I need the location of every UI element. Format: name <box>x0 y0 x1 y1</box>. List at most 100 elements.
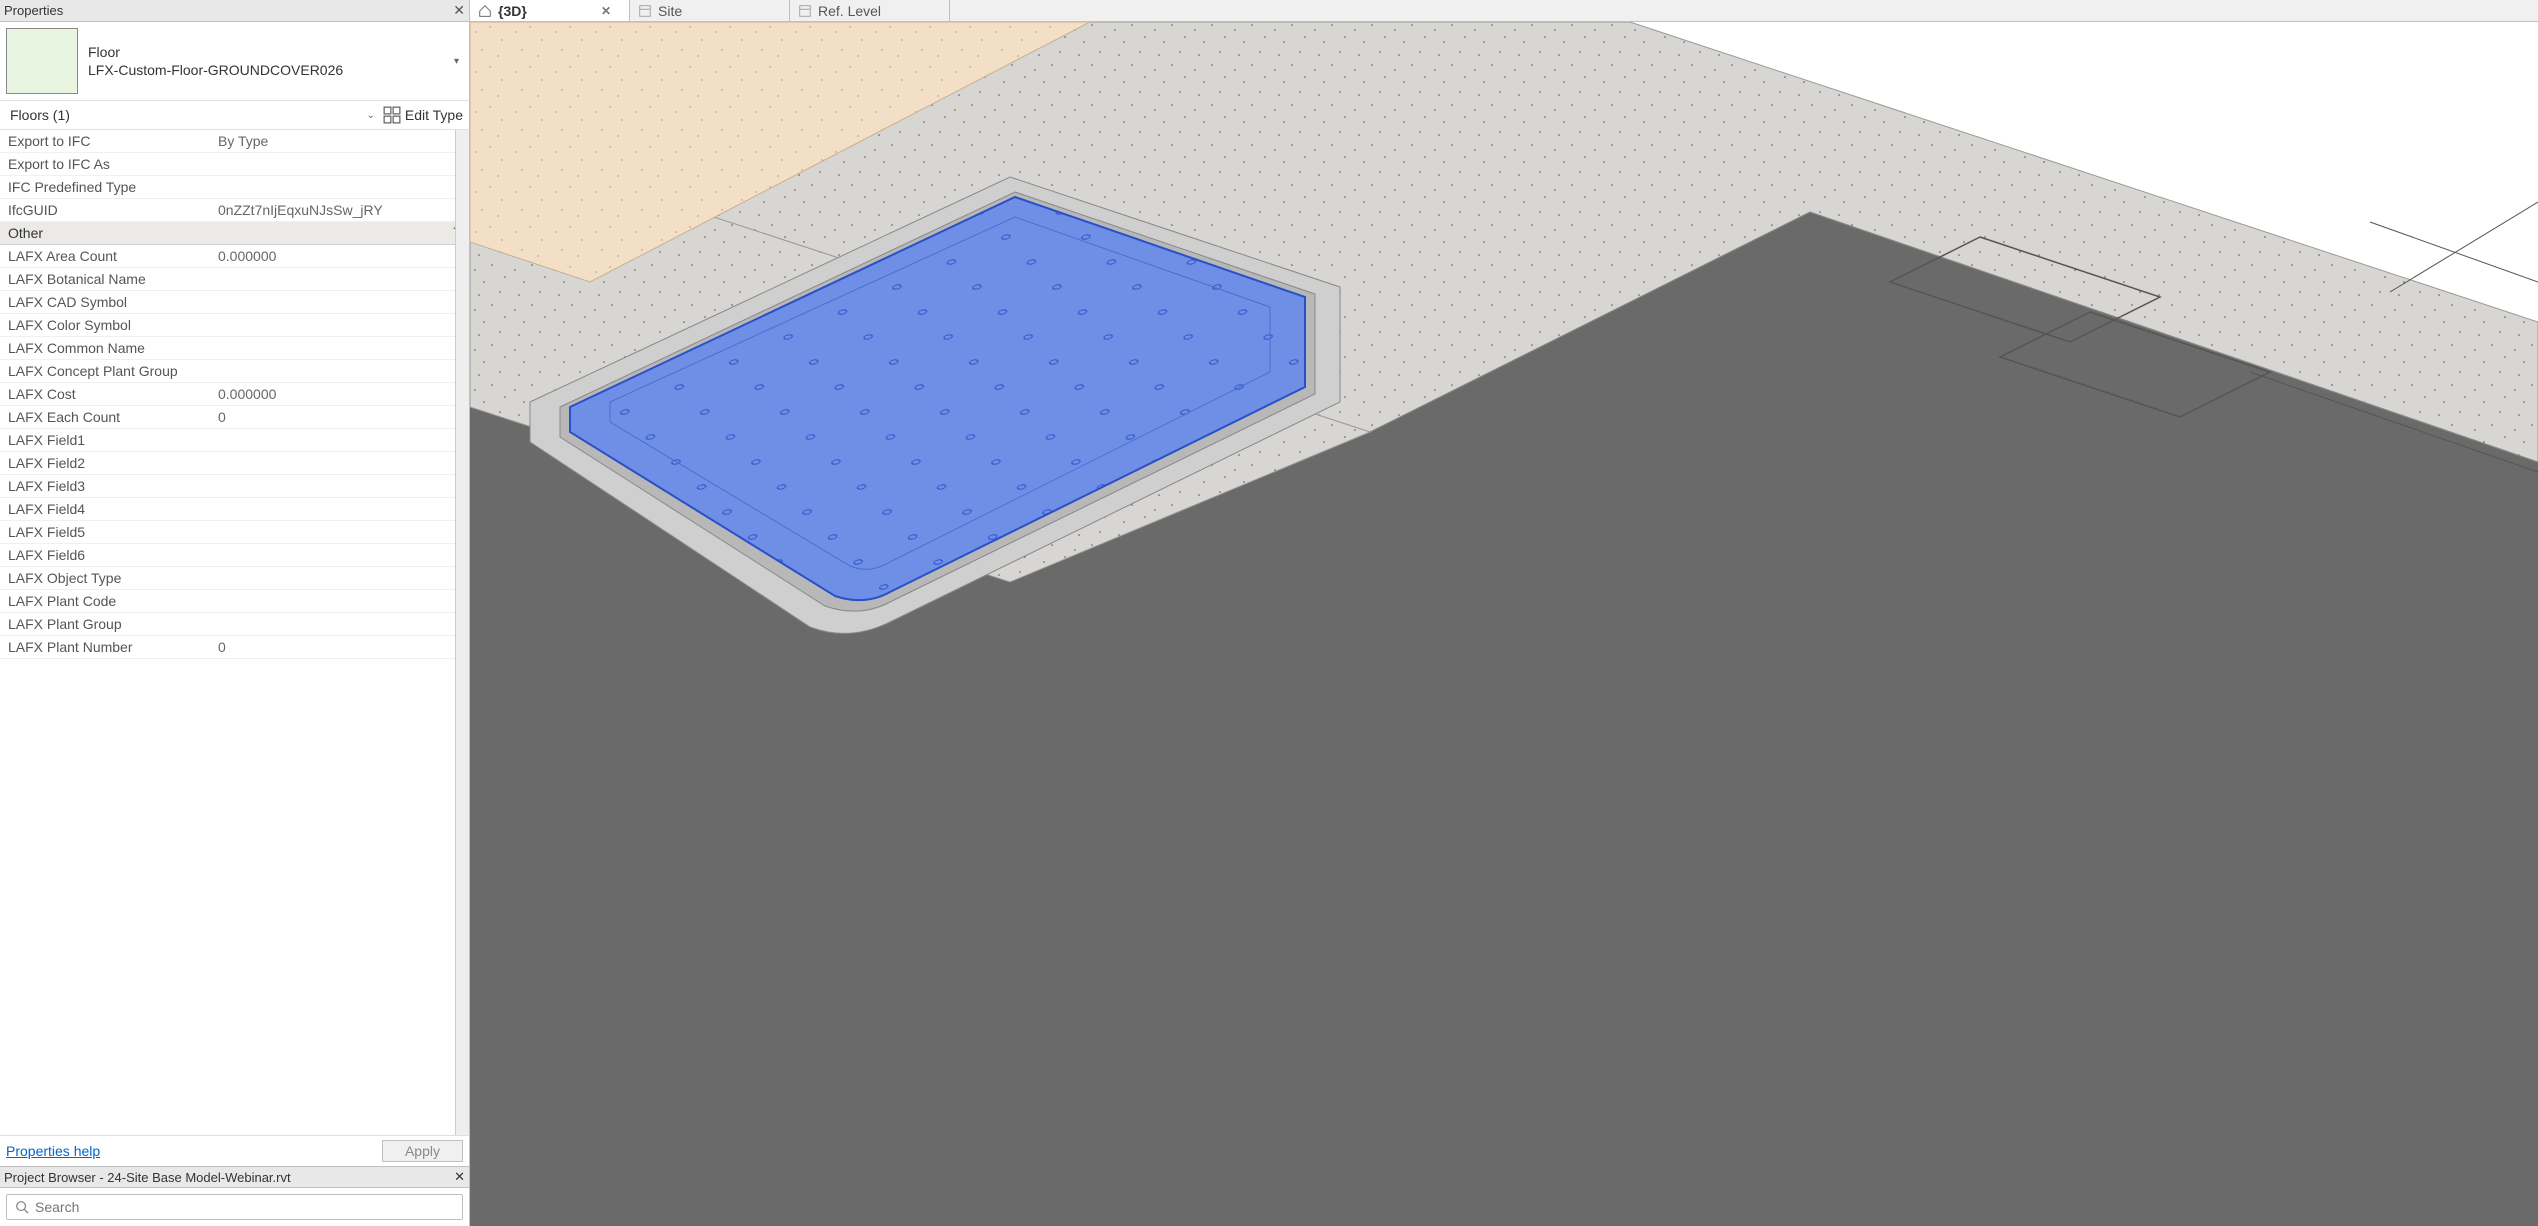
property-label: LAFX CAD Symbol <box>0 291 210 314</box>
property-value[interactable]: 0.000000 <box>210 383 469 406</box>
properties-panel-title: Properties <box>4 3 63 18</box>
property-label: Export to IFC <box>0 130 210 153</box>
property-row[interactable]: LAFX Field4 <box>0 498 469 521</box>
property-row[interactable]: LAFX Concept Plant Group <box>0 360 469 383</box>
property-row[interactable]: LAFX Object Type <box>0 567 469 590</box>
chevron-down-icon[interactable]: ▾ <box>450 56 463 67</box>
project-browser-search-row <box>0 1188 469 1226</box>
property-value[interactable] <box>210 567 469 590</box>
property-row[interactable]: LAFX Area Count0.000000 <box>0 245 469 268</box>
scrollbar[interactable] <box>455 130 469 1135</box>
project-browser-title: Project Browser - 24-Site Base Model-Web… <box>4 1170 291 1185</box>
tab-label: Ref. Level <box>818 3 881 19</box>
instance-filter-label: Floors (1) <box>10 107 70 123</box>
apply-button[interactable]: Apply <box>382 1140 463 1162</box>
property-value[interactable] <box>210 613 469 636</box>
group-label: Other <box>8 225 43 241</box>
property-row[interactable]: LAFX Botanical Name <box>0 268 469 291</box>
property-value[interactable] <box>210 590 469 613</box>
properties-panel-header: Properties ✕ <box>0 0 469 22</box>
main-area: {3D} ✕ Site Ref. Level <box>470 0 2538 1226</box>
tab-label: {3D} <box>498 3 527 19</box>
close-icon[interactable]: ✕ <box>453 2 465 19</box>
property-label: LAFX Field3 <box>0 475 210 498</box>
property-row[interactable]: IFC Predefined Type <box>0 176 469 199</box>
property-row[interactable]: LAFX Field6 <box>0 544 469 567</box>
type-category: Floor <box>88 44 450 60</box>
property-group-header[interactable]: Other⌃ <box>0 222 469 245</box>
type-swatch <box>6 28 78 94</box>
view-tabs: {3D} ✕ Site Ref. Level <box>470 0 2538 22</box>
property-value[interactable]: 0 <box>210 636 469 659</box>
property-value[interactable] <box>210 360 469 383</box>
property-label: Export to IFC As <box>0 153 210 176</box>
property-label: LAFX Object Type <box>0 567 210 590</box>
edit-type-icon <box>383 106 401 124</box>
properties-help-link[interactable]: Properties help <box>6 1143 100 1159</box>
property-row[interactable]: LAFX Field3 <box>0 475 469 498</box>
property-label: LAFX Botanical Name <box>0 268 210 291</box>
property-value[interactable]: 0 <box>210 406 469 429</box>
chevron-down-icon: ⌄ <box>366 110 374 121</box>
property-value[interactable] <box>210 176 469 199</box>
property-row[interactable]: LAFX Each Count0 <box>0 406 469 429</box>
close-icon[interactable]: ✕ <box>454 1169 465 1185</box>
property-value[interactable]: By Type <box>210 130 469 153</box>
instance-filter-combo[interactable]: Floors (1) ⌄ <box>6 105 383 125</box>
property-value[interactable] <box>210 268 469 291</box>
properties-grid[interactable]: Export to IFCBy Type Export to IFC As IF… <box>0 130 469 1135</box>
property-row[interactable]: LAFX Field1 <box>0 429 469 452</box>
3d-scene <box>470 22 2538 1226</box>
property-value[interactable] <box>210 498 469 521</box>
property-value[interactable]: 0.000000 <box>210 245 469 268</box>
property-value[interactable] <box>210 291 469 314</box>
tab-site[interactable]: Site <box>630 0 790 21</box>
sheet-icon <box>638 4 652 18</box>
property-value[interactable] <box>210 452 469 475</box>
edit-type-label: Edit Type <box>405 107 463 123</box>
property-row[interactable]: LAFX Plant Number0 <box>0 636 469 659</box>
search-input[interactable] <box>6 1194 463 1220</box>
property-row[interactable]: LAFX Color Symbol <box>0 314 469 337</box>
property-row[interactable]: Export to IFCBy Type <box>0 130 469 153</box>
property-value[interactable] <box>210 337 469 360</box>
property-label: LAFX Field5 <box>0 521 210 544</box>
property-row[interactable]: Export to IFC As <box>0 153 469 176</box>
property-label: IfcGUID <box>0 199 210 222</box>
property-label: LAFX Each Count <box>0 406 210 429</box>
type-info: Floor LFX-Custom-Floor-GROUNDCOVER026 <box>88 44 450 78</box>
instance-filter-row: Floors (1) ⌄ Edit Type <box>0 101 469 130</box>
property-label: LAFX Field6 <box>0 544 210 567</box>
property-row[interactable]: LAFX Cost0.000000 <box>0 383 469 406</box>
search-field[interactable] <box>35 1199 454 1215</box>
property-row[interactable]: LAFX CAD Symbol <box>0 291 469 314</box>
type-selector[interactable]: Floor LFX-Custom-Floor-GROUNDCOVER026 ▾ <box>0 22 469 101</box>
property-label: LAFX Area Count <box>0 245 210 268</box>
property-row[interactable]: LAFX Field2 <box>0 452 469 475</box>
tab-3d[interactable]: {3D} ✕ <box>470 0 630 21</box>
property-label: LAFX Plant Group <box>0 613 210 636</box>
close-icon[interactable]: ✕ <box>601 4 611 18</box>
3d-viewport[interactable] <box>470 22 2538 1226</box>
property-row[interactable]: IfcGUID0nZZt7nIjEqxuNJsSw_jRY <box>0 199 469 222</box>
property-row[interactable]: LAFX Field5 <box>0 521 469 544</box>
property-row[interactable]: LAFX Common Name <box>0 337 469 360</box>
property-value[interactable] <box>210 153 469 176</box>
property-value[interactable] <box>210 544 469 567</box>
property-row[interactable]: LAFX Plant Code <box>0 590 469 613</box>
property-value[interactable] <box>210 429 469 452</box>
property-value[interactable] <box>210 521 469 544</box>
tab-ref-level[interactable]: Ref. Level <box>790 0 950 21</box>
project-browser-header: Project Browser - 24-Site Base Model-Web… <box>0 1166 469 1188</box>
property-label: LAFX Concept Plant Group <box>0 360 210 383</box>
edit-type-button[interactable]: Edit Type <box>383 106 463 124</box>
property-row[interactable]: LAFX Plant Group <box>0 613 469 636</box>
property-value[interactable] <box>210 314 469 337</box>
property-label: LAFX Field4 <box>0 498 210 521</box>
properties-footer: Properties help Apply <box>0 1135 469 1166</box>
property-value[interactable] <box>210 475 469 498</box>
property-value[interactable]: 0nZZt7nIjEqxuNJsSw_jRY <box>210 199 469 222</box>
property-label: LAFX Plant Number <box>0 636 210 659</box>
type-name: LFX-Custom-Floor-GROUNDCOVER026 <box>88 62 450 78</box>
property-label: LAFX Cost <box>0 383 210 406</box>
